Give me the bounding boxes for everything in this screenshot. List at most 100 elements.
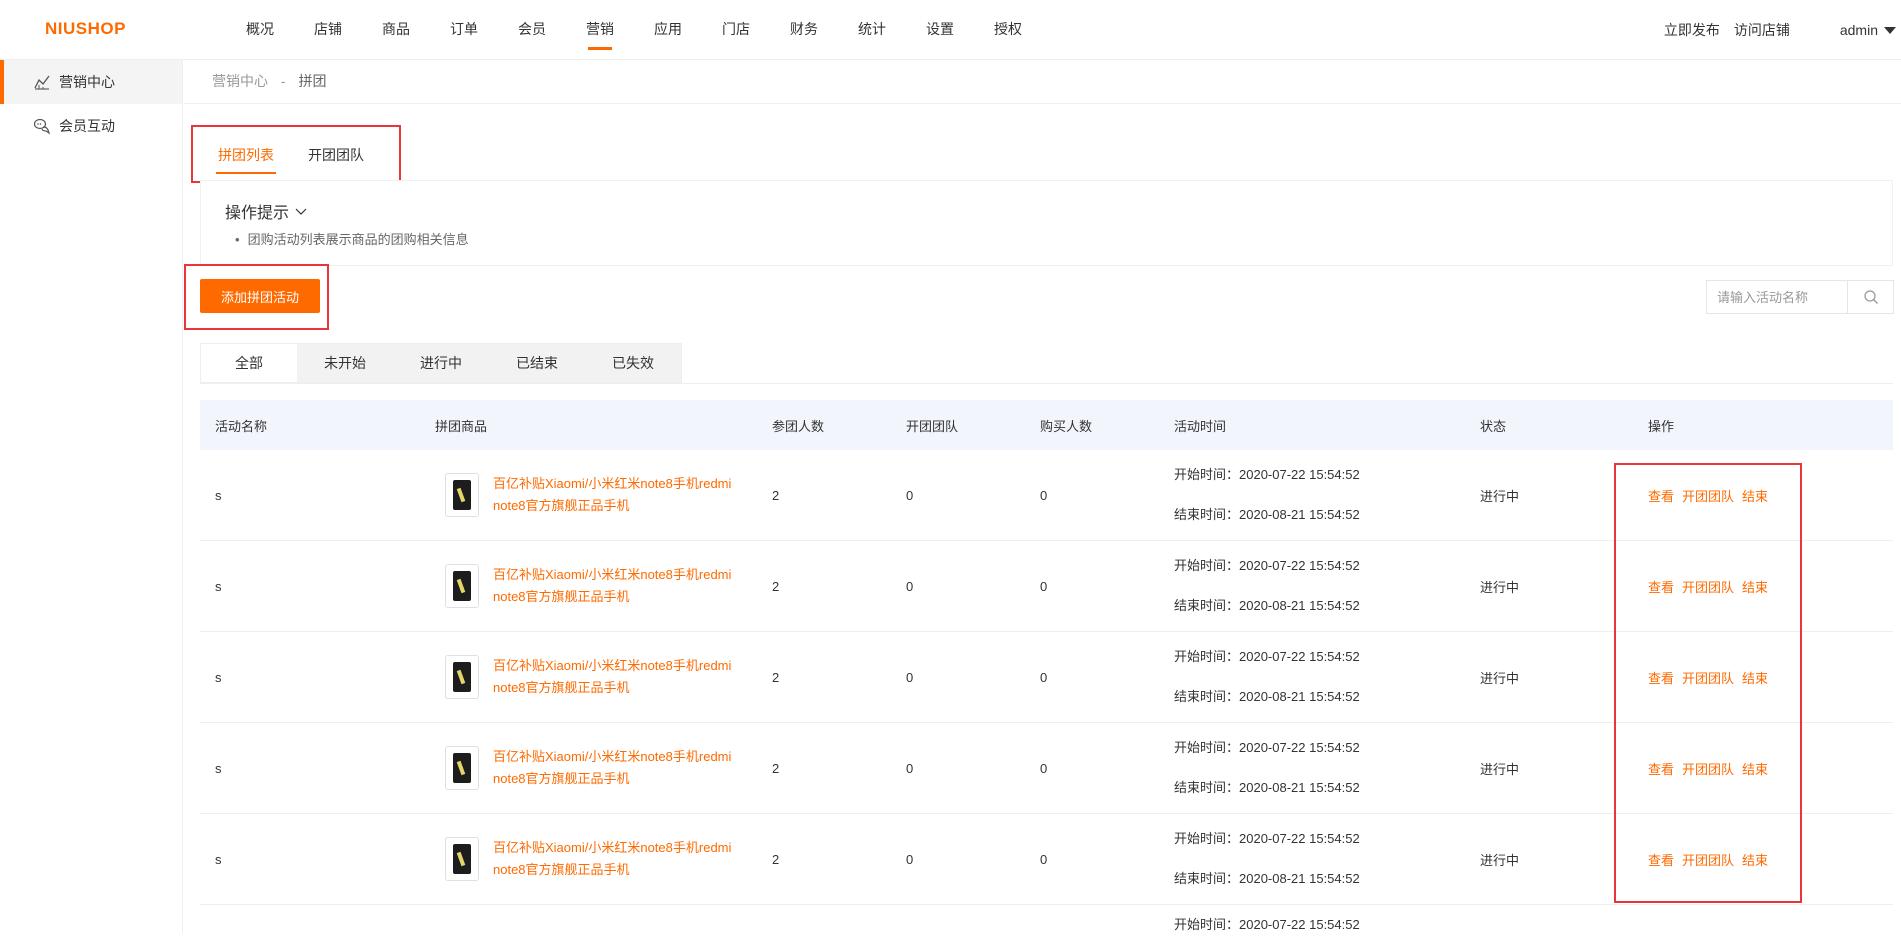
nav-item-overview[interactable]: 概况 bbox=[226, 0, 294, 60]
buyer-count: 0 bbox=[1040, 487, 1048, 503]
end-link[interactable]: 结束 bbox=[1742, 853, 1768, 868]
tab-group-teams[interactable]: 开团团队 bbox=[306, 138, 366, 174]
nav-item-apps[interactable]: 应用 bbox=[634, 0, 702, 60]
start-time: 开始时间：2020-07-22 15:54:52 bbox=[1174, 467, 1360, 482]
status-tab-not-started[interactable]: 未开始 bbox=[297, 344, 393, 382]
start-time: 开始时间：2020-07-22 15:54:52 bbox=[1174, 740, 1360, 755]
group-teams-link[interactable]: 开团团队 bbox=[1682, 489, 1734, 504]
table-row: s 百亿补贴Xiaomi/小米红米note8手机redmi note8官方旗舰正… bbox=[200, 814, 1893, 905]
view-link[interactable]: 查看 bbox=[1648, 853, 1674, 868]
publish-link[interactable]: 立即发布 bbox=[1664, 20, 1720, 40]
end-time: 结束时间：2020-08-21 15:54:52 bbox=[1174, 780, 1360, 795]
buyer-count: 0 bbox=[1040, 669, 1048, 685]
sidebar-item-label: 营销中心 bbox=[59, 74, 115, 90]
goods-cell: 百亿补贴Xiaomi/小米红米note8手机redmi note8官方旗舰正品手… bbox=[420, 746, 757, 790]
goods-cell: 百亿补贴Xiaomi/小米红米note8手机redmi note8官方旗舰正品手… bbox=[420, 473, 757, 517]
nav-item-shop[interactable]: 店铺 bbox=[294, 0, 362, 60]
team-count: 0 bbox=[906, 578, 914, 594]
view-link[interactable]: 查看 bbox=[1648, 762, 1674, 777]
joined-count: 2 bbox=[772, 578, 780, 594]
product-thumbnail bbox=[445, 837, 479, 881]
col-header-actions: 操作 bbox=[1648, 418, 1675, 434]
group-teams-link[interactable]: 开团团队 bbox=[1682, 762, 1734, 777]
search-icon bbox=[1863, 290, 1878, 304]
tab-group-list[interactable]: 拼团列表 bbox=[216, 138, 276, 174]
buyer-count: 0 bbox=[1040, 760, 1048, 776]
nav-item-stats[interactable]: 统计 bbox=[838, 0, 906, 60]
tips-title[interactable]: 操作提示 bbox=[225, 199, 307, 223]
visit-shop-link[interactable]: 访问店铺 bbox=[1734, 20, 1790, 40]
nav-item-goods[interactable]: 商品 bbox=[362, 0, 430, 60]
sidebar-item-member-interaction[interactable]: 会员互动 bbox=[0, 104, 182, 148]
end-time: 结束时间：2020-08-21 15:54:52 bbox=[1174, 598, 1360, 613]
operation-tips: 操作提示 团购活动列表展示商品的团购相关信息 bbox=[200, 180, 1893, 266]
goods-link[interactable]: 百亿补贴Xiaomi/小米红米note8手机redmi note8官方旗舰正品手… bbox=[493, 655, 739, 699]
end-link[interactable]: 结束 bbox=[1742, 489, 1768, 504]
nav-item-settings[interactable]: 设置 bbox=[906, 0, 974, 60]
view-link[interactable]: 查看 bbox=[1648, 580, 1674, 595]
status-tab-invalid[interactable]: 已失效 bbox=[585, 344, 681, 382]
nav-item-orders[interactable]: 订单 bbox=[430, 0, 498, 60]
sidebar-item-marketing-center[interactable]: 营销中心 bbox=[0, 60, 182, 104]
joined-count: 2 bbox=[772, 760, 780, 776]
time-cell: 开始时间：2020-07-22 15:54:52 结束时间：2020-08-21… bbox=[1159, 728, 1465, 808]
nav-item-license[interactable]: 授权 bbox=[974, 0, 1042, 60]
table-header: 活动名称 拼团商品 参团人数 开团团队 购买人数 活动时间 状态 操作 bbox=[200, 400, 1893, 450]
start-time: 开始时间：2020-07-22 15:54:52 bbox=[1174, 649, 1360, 664]
goods-link[interactable]: 百亿补贴Xiaomi/小米红米note8手机redmi note8官方旗舰正品手… bbox=[493, 746, 739, 790]
goods-cell: 百亿补贴Xiaomi/小米红米note8手机redmi note8官方旗舰正品手… bbox=[420, 837, 757, 881]
chart-line-icon bbox=[34, 75, 50, 90]
group-teams-link[interactable]: 开团团队 bbox=[1682, 853, 1734, 868]
time-cell: 开始时间：2020-07-22 15:54:52 结束时间：2020-08-21… bbox=[1159, 455, 1465, 535]
breadcrumb-separator: - bbox=[280, 73, 286, 89]
nav-item-stores[interactable]: 门店 bbox=[702, 0, 770, 60]
joined-count: 2 bbox=[772, 669, 780, 685]
col-header-time: 活动时间 bbox=[1174, 418, 1227, 434]
goods-link[interactable]: 百亿补贴Xiaomi/小米红米note8手机redmi note8官方旗舰正品手… bbox=[493, 564, 739, 608]
breadcrumb: 营销中心 - 拼团 bbox=[184, 60, 1901, 104]
end-time: 结束时间：2020-08-21 15:54:52 bbox=[1174, 871, 1360, 886]
status-text: 进行中 bbox=[1480, 488, 1520, 504]
product-thumbnail bbox=[445, 473, 479, 517]
goods-link[interactable]: 百亿补贴Xiaomi/小米红米note8手机redmi note8官方旗舰正品手… bbox=[493, 473, 739, 517]
sidebar: 营销中心 会员互动 bbox=[0, 60, 183, 933]
user-menu[interactable]: admin bbox=[1840, 22, 1896, 38]
activity-table: 活动名称 拼团商品 参团人数 开团团队 购买人数 活动时间 状态 操作 s 百亿… bbox=[200, 400, 1893, 945]
activity-name: s bbox=[215, 760, 222, 776]
start-time: 开始时间：2020-07-22 15:54:52 bbox=[1174, 558, 1360, 573]
col-header-status: 状态 bbox=[1480, 418, 1507, 434]
group-teams-link[interactable]: 开团团队 bbox=[1682, 580, 1734, 595]
end-link[interactable]: 结束 bbox=[1742, 671, 1768, 686]
logo[interactable]: NIUSHOP bbox=[45, 19, 126, 39]
search-input[interactable] bbox=[1707, 281, 1847, 313]
status-text: 进行中 bbox=[1480, 670, 1520, 686]
breadcrumb-current: 拼团 bbox=[298, 73, 327, 89]
status-tab-ended[interactable]: 已结束 bbox=[489, 344, 585, 382]
col-header-goods: 拼团商品 bbox=[435, 418, 488, 434]
time-cell: 开始时间：2020-07-22 15:54:52 结束时间：2020-08-21… bbox=[1159, 819, 1465, 899]
nav-item-marketing[interactable]: 营销 bbox=[566, 0, 634, 60]
activity-name: s bbox=[215, 487, 222, 503]
start-time: 开始时间：2020-07-22 15:54:52 bbox=[1174, 917, 1360, 932]
col-header-joined: 参团人数 bbox=[772, 418, 825, 434]
status-divider bbox=[200, 383, 1893, 384]
activity-name: s bbox=[215, 669, 222, 685]
col-header-buyers: 购买人数 bbox=[1040, 418, 1093, 434]
breadcrumb-parent[interactable]: 营销中心 bbox=[212, 73, 268, 89]
status-tab-in-progress[interactable]: 进行中 bbox=[393, 344, 489, 382]
chat-bubbles-icon bbox=[33, 118, 51, 135]
search-button[interactable] bbox=[1847, 281, 1893, 313]
add-group-activity-button[interactable]: 添加拼团活动 bbox=[200, 279, 320, 313]
joined-count: 2 bbox=[772, 487, 780, 503]
end-link[interactable]: 结束 bbox=[1742, 762, 1768, 777]
view-link[interactable]: 查看 bbox=[1648, 671, 1674, 686]
nav-item-finance[interactable]: 财务 bbox=[770, 0, 838, 60]
nav-item-members[interactable]: 会员 bbox=[498, 0, 566, 60]
group-teams-link[interactable]: 开团团队 bbox=[1682, 671, 1734, 686]
status-tab-all[interactable]: 全部 bbox=[201, 344, 297, 382]
goods-link[interactable]: 百亿补贴Xiaomi/小米红米note8手机redmi note8官方旗舰正品手… bbox=[493, 837, 739, 881]
activity-name: s bbox=[215, 851, 222, 867]
top-header: NIUSHOP 概况 店铺 商品 订单 会员 营销 应用 门店 财务 统计 设置… bbox=[0, 0, 1901, 60]
view-link[interactable]: 查看 bbox=[1648, 489, 1674, 504]
end-link[interactable]: 结束 bbox=[1742, 580, 1768, 595]
